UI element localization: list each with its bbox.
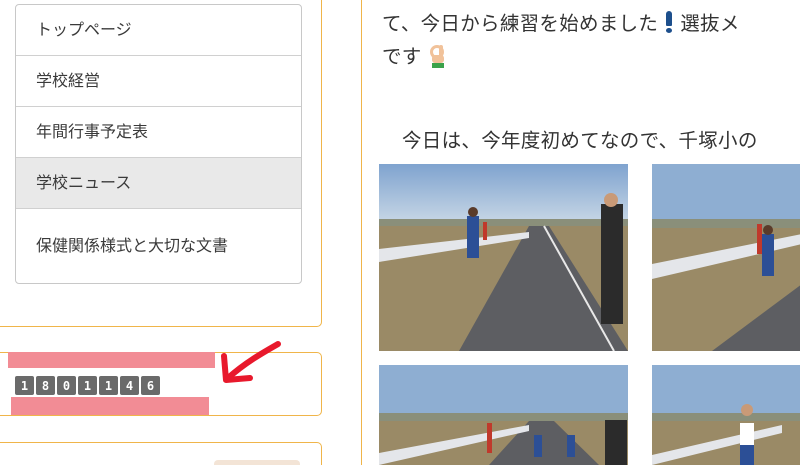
counter-digit: 1 — [78, 376, 97, 395]
sidebar-item-health-documents[interactable]: 保健関係様式と大切な文書 — [16, 208, 301, 283]
sidebar-item-label: 学校経営 — [36, 71, 101, 90]
news-photo[interactable] — [379, 164, 628, 351]
ok-hand-emoji-icon — [429, 45, 444, 68]
sidebar-small-button[interactable] — [214, 460, 300, 465]
counter-digit: 4 — [120, 376, 139, 395]
news-photo[interactable] — [652, 365, 800, 465]
sidebar-menu: トップページ 学校経営 年間行事予定表 学校ニュース 保健関係様式と大切な文書 — [15, 4, 302, 284]
redaction-bar — [8, 352, 215, 368]
counter-digit: 0 — [57, 376, 76, 395]
sidebar-item-label: 年間行事予定表 — [36, 122, 149, 141]
article-text: 選抜メ — [680, 12, 740, 35]
news-photo[interactable] — [652, 164, 800, 351]
sidebar-item-label: 保健関係様式と大切な文書 — [36, 236, 229, 255]
news-photo[interactable] — [379, 365, 628, 465]
article-text-line: て、今日から練習を始めました 選抜メ — [382, 7, 740, 36]
counter-digit: 6 — [141, 376, 160, 395]
article-text: て、今日から練習を始めました — [382, 12, 659, 35]
article-text-line: です — [382, 40, 448, 69]
article-text: です — [382, 45, 422, 68]
counter-digit: 1 — [15, 376, 34, 395]
article-text-line: 今日は、今年度初めてなので、千塚小の — [402, 129, 758, 152]
sidebar-item-school-news[interactable]: 学校ニュース — [16, 157, 301, 208]
sidebar-item-label: 学校ニュース — [36, 173, 132, 192]
sidebar-item-label: トップページ — [36, 20, 132, 39]
sidebar-item-annual-schedule[interactable]: 年間行事予定表 — [16, 106, 301, 157]
counter-digit: 8 — [36, 376, 55, 395]
red-arrow-annotation — [221, 341, 281, 383]
sidebar-item-top-page[interactable]: トップページ — [16, 5, 301, 55]
sidebar-item-school-management[interactable]: 学校経営 — [16, 55, 301, 106]
redaction-bar — [11, 397, 209, 415]
access-counter: 1 8 0 1 1 4 6 — [15, 376, 160, 395]
counter-digit: 1 — [99, 376, 118, 395]
exclamation-emoji-icon — [664, 11, 674, 33]
